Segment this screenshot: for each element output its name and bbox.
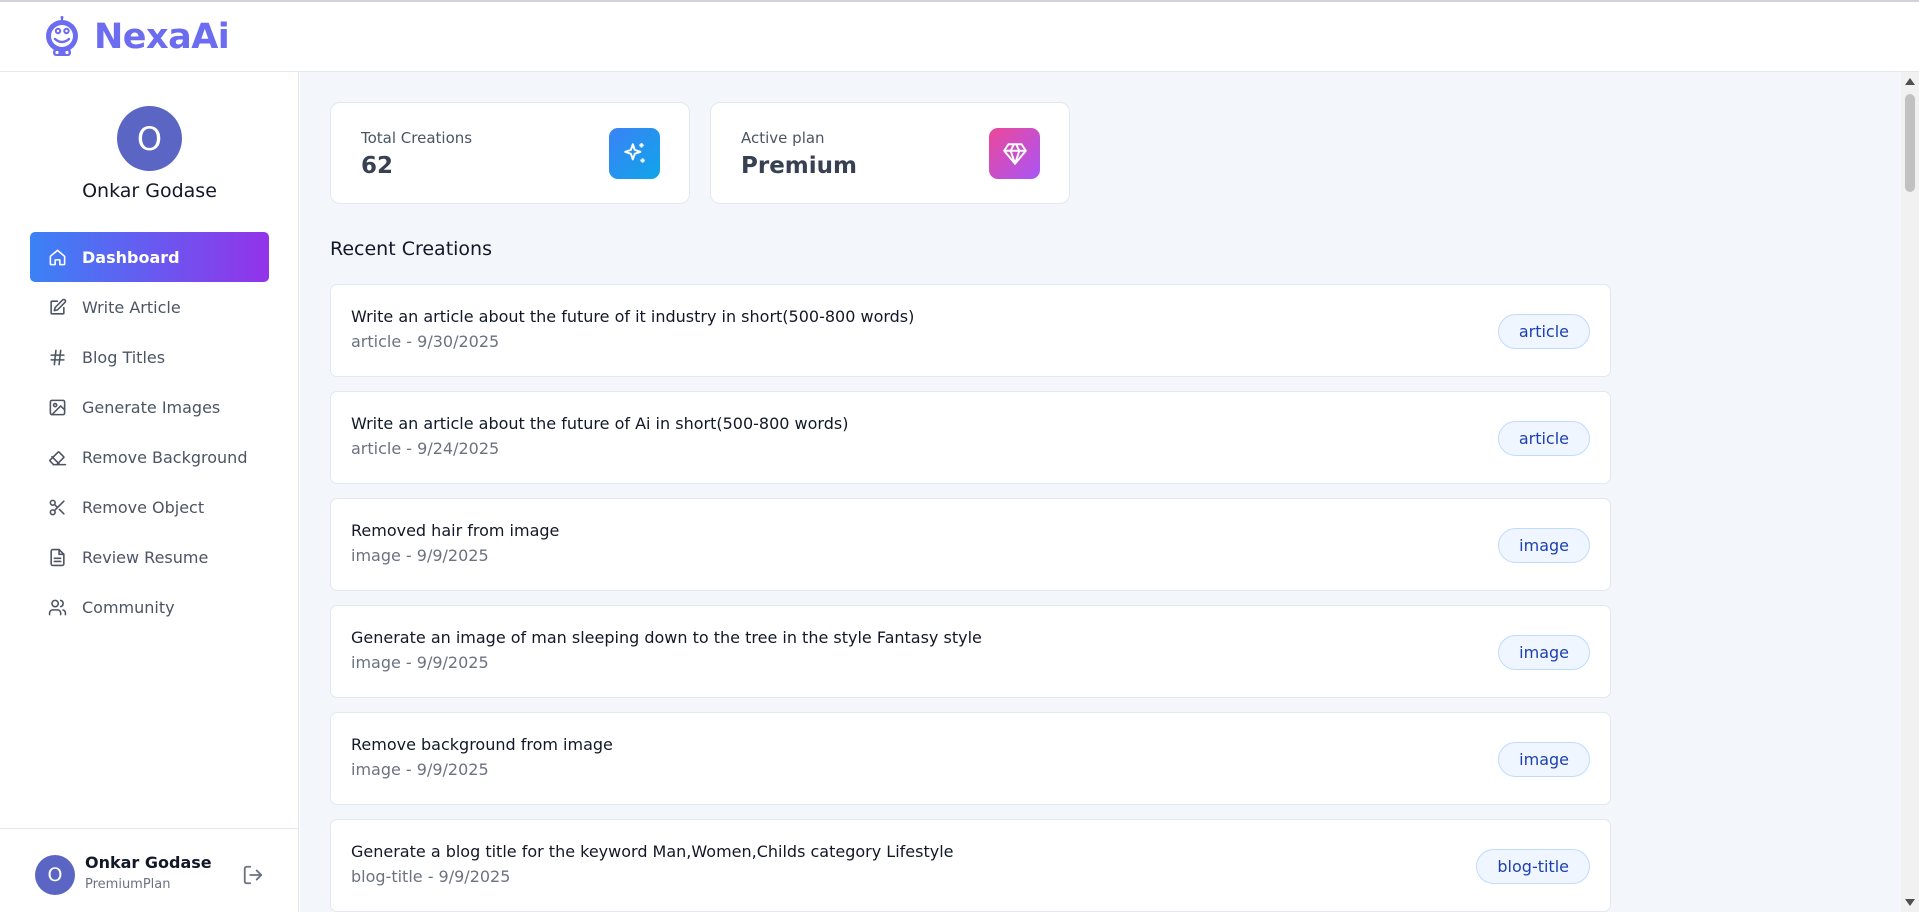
app-logo[interactable]: NexaAi — [44, 16, 230, 58]
creation-type-badge: image — [1498, 528, 1590, 563]
creation-type-badge: image — [1498, 635, 1590, 670]
creation-row[interactable]: Remove background from image image - 9/9… — [330, 712, 1611, 805]
file-text-icon — [47, 547, 67, 567]
creation-prompt: Generate an image of man sleeping down t… — [351, 628, 982, 647]
sidebar-item-label: Blog Titles — [82, 347, 166, 367]
recent-creations-heading: Recent Creations — [330, 238, 492, 260]
page-scrollbar[interactable] — [1901, 72, 1919, 912]
active-plan-label: Active plan — [741, 129, 825, 147]
creation-prompt: Generate a blog title for the keyword Ma… — [351, 842, 954, 861]
creation-meta: image - 9/9/2025 — [351, 760, 489, 779]
creation-prompt: Remove background from image — [351, 735, 613, 754]
creation-meta: article - 9/30/2025 — [351, 332, 500, 351]
sidebar: O Onkar Godase Dashboard Write Article B… — [0, 72, 299, 912]
gem-icon — [989, 128, 1040, 179]
sidebar-item-generate-images[interactable]: Generate Images — [30, 382, 269, 432]
sidebar-item-blog-titles[interactable]: Blog Titles — [30, 332, 269, 382]
active-plan-value: Premium — [741, 153, 857, 179]
main-content: Total Creations 62 Active plan Premium R… — [300, 72, 1901, 912]
sidebar-item-remove-background[interactable]: Remove Background — [30, 432, 269, 482]
edit-icon — [47, 297, 67, 317]
eraser-icon — [47, 447, 67, 467]
total-creations-label: Total Creations — [361, 129, 473, 147]
home-icon — [47, 247, 67, 267]
creation-type-badge: image — [1498, 742, 1590, 777]
sidebar-item-label: Review Resume — [82, 547, 209, 567]
sidebar-item-remove-object[interactable]: Remove Object — [30, 482, 269, 532]
creation-row[interactable]: Write an article about the future of Ai … — [330, 391, 1611, 484]
sidebar-item-community[interactable]: Community — [30, 582, 269, 632]
robot-logo-icon — [46, 16, 78, 56]
creation-row[interactable]: Removed hair from image image - 9/9/2025… — [330, 498, 1611, 591]
creation-meta: article - 9/24/2025 — [351, 439, 500, 458]
app-name: NexaAi — [94, 17, 230, 57]
scissors-icon — [47, 497, 67, 517]
footer-avatar[interactable]: O — [35, 855, 75, 895]
total-creations-card: Total Creations 62 — [330, 102, 690, 204]
creation-type-badge: article — [1497, 314, 1590, 349]
sidebar-item-label: Remove Background — [82, 447, 248, 467]
image-icon — [47, 397, 67, 417]
sidebar-item-dashboard[interactable]: Dashboard — [30, 232, 269, 282]
creation-meta: blog-title - 9/9/2025 — [351, 867, 511, 886]
creation-type-badge: article — [1497, 421, 1590, 456]
sidebar-item-review-resume[interactable]: Review Resume — [30, 532, 269, 582]
users-icon — [47, 597, 67, 617]
sparkles-icon — [609, 128, 660, 179]
footer-user-plan: PremiumPlan — [85, 877, 171, 892]
creation-prompt: Write an article about the future of Ai … — [351, 414, 849, 433]
creation-type-badge: blog-title — [1476, 849, 1590, 884]
creation-row[interactable]: Generate an image of man sleeping down t… — [330, 605, 1611, 698]
top-header: NexaAi — [0, 2, 1919, 72]
creation-prompt: Write an article about the future of it … — [351, 307, 915, 326]
total-creations-value: 62 — [361, 153, 394, 179]
logout-icon[interactable] — [242, 864, 264, 886]
sidebar-item-label: Remove Object — [82, 497, 205, 517]
sidebar-item-label: Dashboard — [82, 247, 180, 267]
hash-icon — [47, 347, 67, 367]
sidebar-user-footer: O Onkar Godase PremiumPlan — [0, 828, 299, 912]
recent-creations-list: Write an article about the future of it … — [330, 284, 1611, 912]
profile-name: Onkar Godase — [82, 180, 217, 202]
creation-meta: image - 9/9/2025 — [351, 546, 489, 565]
active-plan-card: Active plan Premium — [710, 102, 1070, 204]
scroll-up-arrow-icon[interactable] — [1905, 78, 1915, 85]
sidebar-item-label: Community — [82, 597, 175, 617]
sidebar-item-label: Generate Images — [82, 397, 221, 417]
sidebar-item-write-article[interactable]: Write Article — [30, 282, 269, 332]
creation-row[interactable]: Generate a blog title for the keyword Ma… — [330, 819, 1611, 912]
scroll-thumb[interactable] — [1905, 94, 1915, 192]
footer-user-name: Onkar Godase — [85, 853, 212, 872]
creation-row[interactable]: Write an article about the future of it … — [330, 284, 1611, 377]
sidebar-item-label: Write Article — [82, 297, 181, 317]
sidebar-nav: Dashboard Write Article Blog Titles Gene… — [30, 232, 269, 632]
creation-meta: image - 9/9/2025 — [351, 653, 489, 672]
profile-avatar[interactable]: O — [117, 106, 182, 171]
creation-prompt: Removed hair from image — [351, 521, 560, 540]
scroll-down-arrow-icon[interactable] — [1905, 899, 1915, 906]
